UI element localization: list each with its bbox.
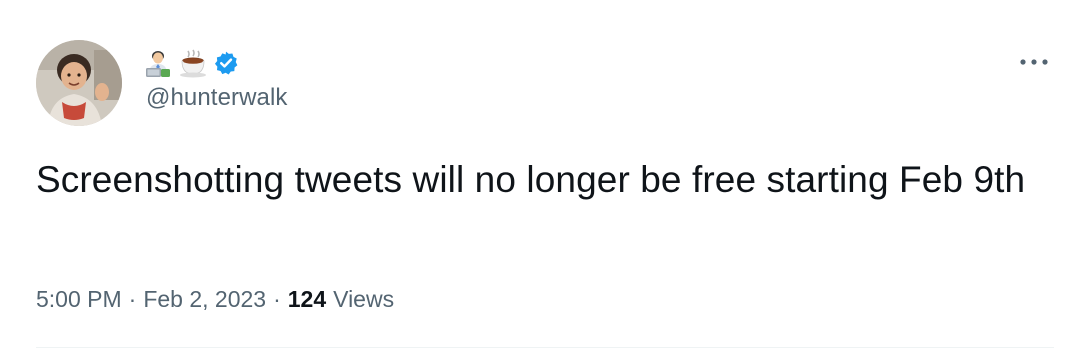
coffee-icon [177, 48, 207, 78]
tweet-card: @hunterwalk Screenshotting tweets will n… [0, 0, 1078, 350]
avatar-image [36, 40, 122, 126]
tweet-metadata: 5:00 PM · Feb 2, 2023 · 124 Views [36, 286, 394, 313]
tweet-time[interactable]: 5:00 PM [36, 286, 122, 313]
divider [36, 347, 1054, 348]
verified-badge-icon[interactable] [213, 50, 239, 76]
technologist-icon [143, 48, 173, 78]
user-handle[interactable]: @hunterwalk [146, 84, 288, 112]
avatar[interactable] [36, 40, 122, 126]
display-name[interactable] [143, 46, 239, 80]
meta-separator: · [128, 286, 137, 312]
views-label[interactable]: Views [333, 286, 394, 313]
tweet-date[interactable]: Feb 2, 2023 [143, 286, 266, 313]
more-options-button[interactable] [1014, 52, 1054, 72]
views-count[interactable]: 124 [288, 286, 326, 313]
tweet-text: Screenshotting tweets will no longer be … [36, 159, 1026, 200]
meta-separator: · [273, 286, 281, 312]
more-dots-icon [1020, 59, 1048, 65]
